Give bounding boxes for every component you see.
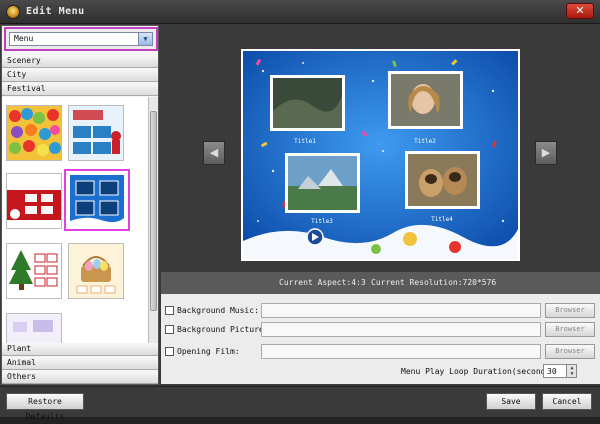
loop-duration-stepper[interactable]: 30 ▲ ▼ — [543, 364, 577, 378]
window-title: Edit Menu — [26, 6, 85, 17]
menu-preview-canvas: Title1 Title2 Title3 Title4 — [241, 49, 520, 261]
template-thumbnail[interactable] — [68, 105, 124, 161]
opening-film-checkbox[interactable] — [165, 347, 174, 356]
scrollbar-thumb[interactable] — [150, 111, 157, 311]
chevron-down-icon[interactable]: ▼ — [138, 33, 152, 45]
opening-film-label: Opening Film: — [177, 347, 240, 356]
menu-select-wrapper: Menu ▼ — [4, 27, 158, 51]
template-thumbnail[interactable] — [6, 243, 62, 299]
background-picture-path[interactable] — [261, 322, 541, 337]
category-festival[interactable]: Festival — [2, 83, 158, 96]
template-thumbnail-grid — [2, 97, 158, 343]
menu-select-value: Menu — [14, 34, 34, 43]
background-picture-browse-button[interactable]: Browser — [545, 322, 595, 337]
preview-title-4 — [405, 151, 480, 209]
category-plant[interactable]: Plant — [2, 343, 158, 356]
current-resolution: Current Resolution:720*576 — [371, 278, 497, 287]
title-bar[interactable]: Edit Menu ✕ — [0, 0, 600, 24]
dialog-footer: Restore Defaults Save Cancel — [0, 386, 600, 421]
background-music-browse-button[interactable]: Browser — [545, 303, 595, 318]
thumbnail-scrollbar[interactable] — [148, 97, 158, 343]
opening-film-browse-button[interactable]: Browser — [545, 344, 595, 359]
template-panel: Menu ▼ Scenery City Festival Plant Anima… — [1, 25, 159, 385]
preview-title-1-label: Title1 — [294, 138, 316, 145]
preview-title-1 — [270, 75, 345, 131]
category-animal[interactable]: Animal — [2, 357, 158, 370]
preview-info-bar: Current Aspect:4:3 Current Resolution:72… — [161, 272, 600, 294]
previous-page-button[interactable]: ◀ — [203, 141, 225, 165]
loop-duration-label: Menu Play Loop Duration(seconds): — [401, 367, 560, 376]
background-picture-label: Background Picture: — [177, 325, 269, 334]
restore-defaults-button[interactable]: Restore Defaults — [6, 393, 84, 421]
edit-menu-window: Edit Menu ✕ Menu ▼ Scenery City Festival — [0, 0, 600, 421]
template-thumbnail[interactable] — [6, 105, 62, 161]
preview-title-2-label: Title2 — [414, 138, 436, 145]
template-thumbnail[interactable] — [6, 173, 62, 229]
loop-duration-value: 30 — [547, 367, 557, 376]
close-button[interactable]: ✕ — [566, 3, 594, 19]
category-scenery[interactable]: Scenery — [2, 55, 158, 68]
template-thumbnail[interactable] — [68, 243, 124, 299]
preview-title-4-label: Title4 — [431, 216, 453, 223]
background-picture-row: Background Picture: Browser — [161, 322, 600, 338]
loop-duration-spinner[interactable]: ▲ ▼ — [566, 365, 576, 377]
menu-select[interactable]: Menu ▼ — [9, 32, 153, 46]
menu-preview-area: ◀ ▶ Title1 Title2 Title3 Title4 — [161, 25, 600, 272]
opening-film-row: Opening Film: Browser — [161, 344, 600, 360]
background-picture-checkbox[interactable] — [165, 325, 174, 334]
cancel-button[interactable]: Cancel — [542, 393, 592, 410]
next-page-button[interactable]: ▶ — [535, 141, 557, 165]
template-thumbnail-selected[interactable] — [64, 169, 130, 231]
preview-title-3 — [285, 153, 360, 213]
menu-options-panel: Background Music: Browser Background Pic… — [161, 294, 600, 384]
preview-title-3-label: Title3 — [311, 218, 333, 225]
menu-preview-svg: Title1 Title2 Title3 Title4 — [243, 51, 518, 259]
save-button[interactable]: Save — [486, 393, 536, 410]
background-music-checkbox[interactable] — [165, 306, 174, 315]
background-music-path[interactable] — [261, 303, 541, 318]
opening-film-path[interactable] — [261, 344, 541, 359]
spin-down-icon[interactable]: ▼ — [568, 371, 576, 377]
app-logo-icon — [6, 5, 20, 19]
template-thumbnail[interactable] — [6, 313, 62, 343]
background-music-row: Background Music: Browser — [161, 303, 600, 319]
preview-title-2 — [388, 71, 463, 129]
background-music-label: Background Music: — [177, 306, 259, 315]
category-others[interactable]: Others — [2, 371, 158, 384]
category-city[interactable]: City — [2, 69, 158, 82]
current-aspect: Current Aspect:4:3 — [279, 278, 366, 287]
